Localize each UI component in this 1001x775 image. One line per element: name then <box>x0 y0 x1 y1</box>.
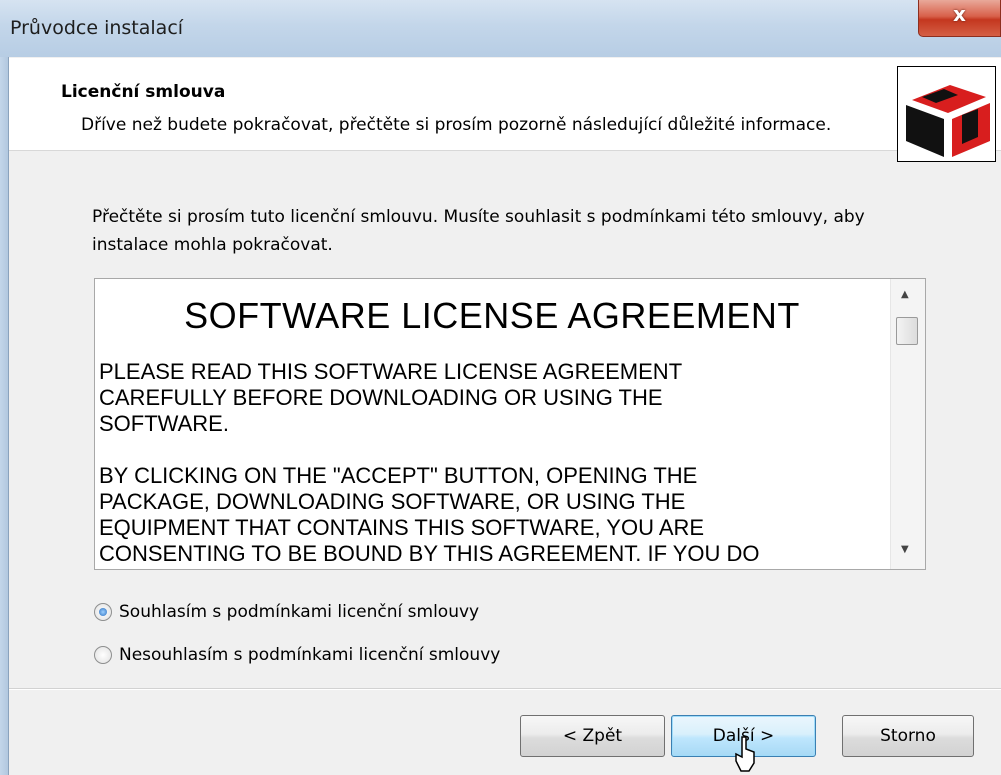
accept-radio[interactable] <box>94 603 112 621</box>
license-text-box[interactable]: SOFTWARE LICENSE AGREEMENT PLEASE READ T… <box>94 278 926 570</box>
footer-separator <box>9 688 1001 690</box>
scroll-up-arrow-icon[interactable]: ▲ <box>901 289 909 300</box>
close-button[interactable]: x <box>918 0 1001 37</box>
scroll-thumb[interactable] <box>896 317 918 345</box>
decline-radio[interactable] <box>94 646 112 664</box>
decline-option[interactable]: Nesouhlasím s podmínkami licenční smlouv… <box>94 645 500 665</box>
scroll-down-arrow-icon[interactable]: ▼ <box>901 544 909 555</box>
page-title: Licenční smlouva <box>61 82 226 102</box>
mouse-cursor-icon <box>735 736 755 772</box>
title-bar: Průvodce instalací <box>0 0 1001 58</box>
installer-logo <box>897 66 996 162</box>
window-frame <box>0 57 8 775</box>
window-title: Průvodce instalací <box>10 17 184 39</box>
license-heading: SOFTWARE LICENSE AGREEMENT <box>184 295 800 336</box>
license-scrollbar[interactable]: ▲ ▼ <box>890 279 925 569</box>
accept-option[interactable]: Souhlasím s podmínkami licenční smlouvy <box>94 602 479 622</box>
cancel-button[interactable]: Storno <box>842 715 974 757</box>
close-icon: x <box>953 2 966 26</box>
license-body-text: PLEASE READ THIS SOFTWARE LICENSE AGREEM… <box>99 359 760 566</box>
box-logo-icon <box>906 85 990 157</box>
instruction-text: Přečtěte si prosím tuto licenční smlouvu… <box>92 207 865 255</box>
decline-label[interactable]: Nesouhlasím s podmínkami licenční smlouv… <box>119 645 500 665</box>
back-button[interactable]: < Zpět <box>520 715 665 757</box>
page-subtitle: Dříve než budete pokračovat, přečtěte si… <box>81 115 832 135</box>
accept-label[interactable]: Souhlasím s podmínkami licenční smlouvy <box>119 602 479 622</box>
